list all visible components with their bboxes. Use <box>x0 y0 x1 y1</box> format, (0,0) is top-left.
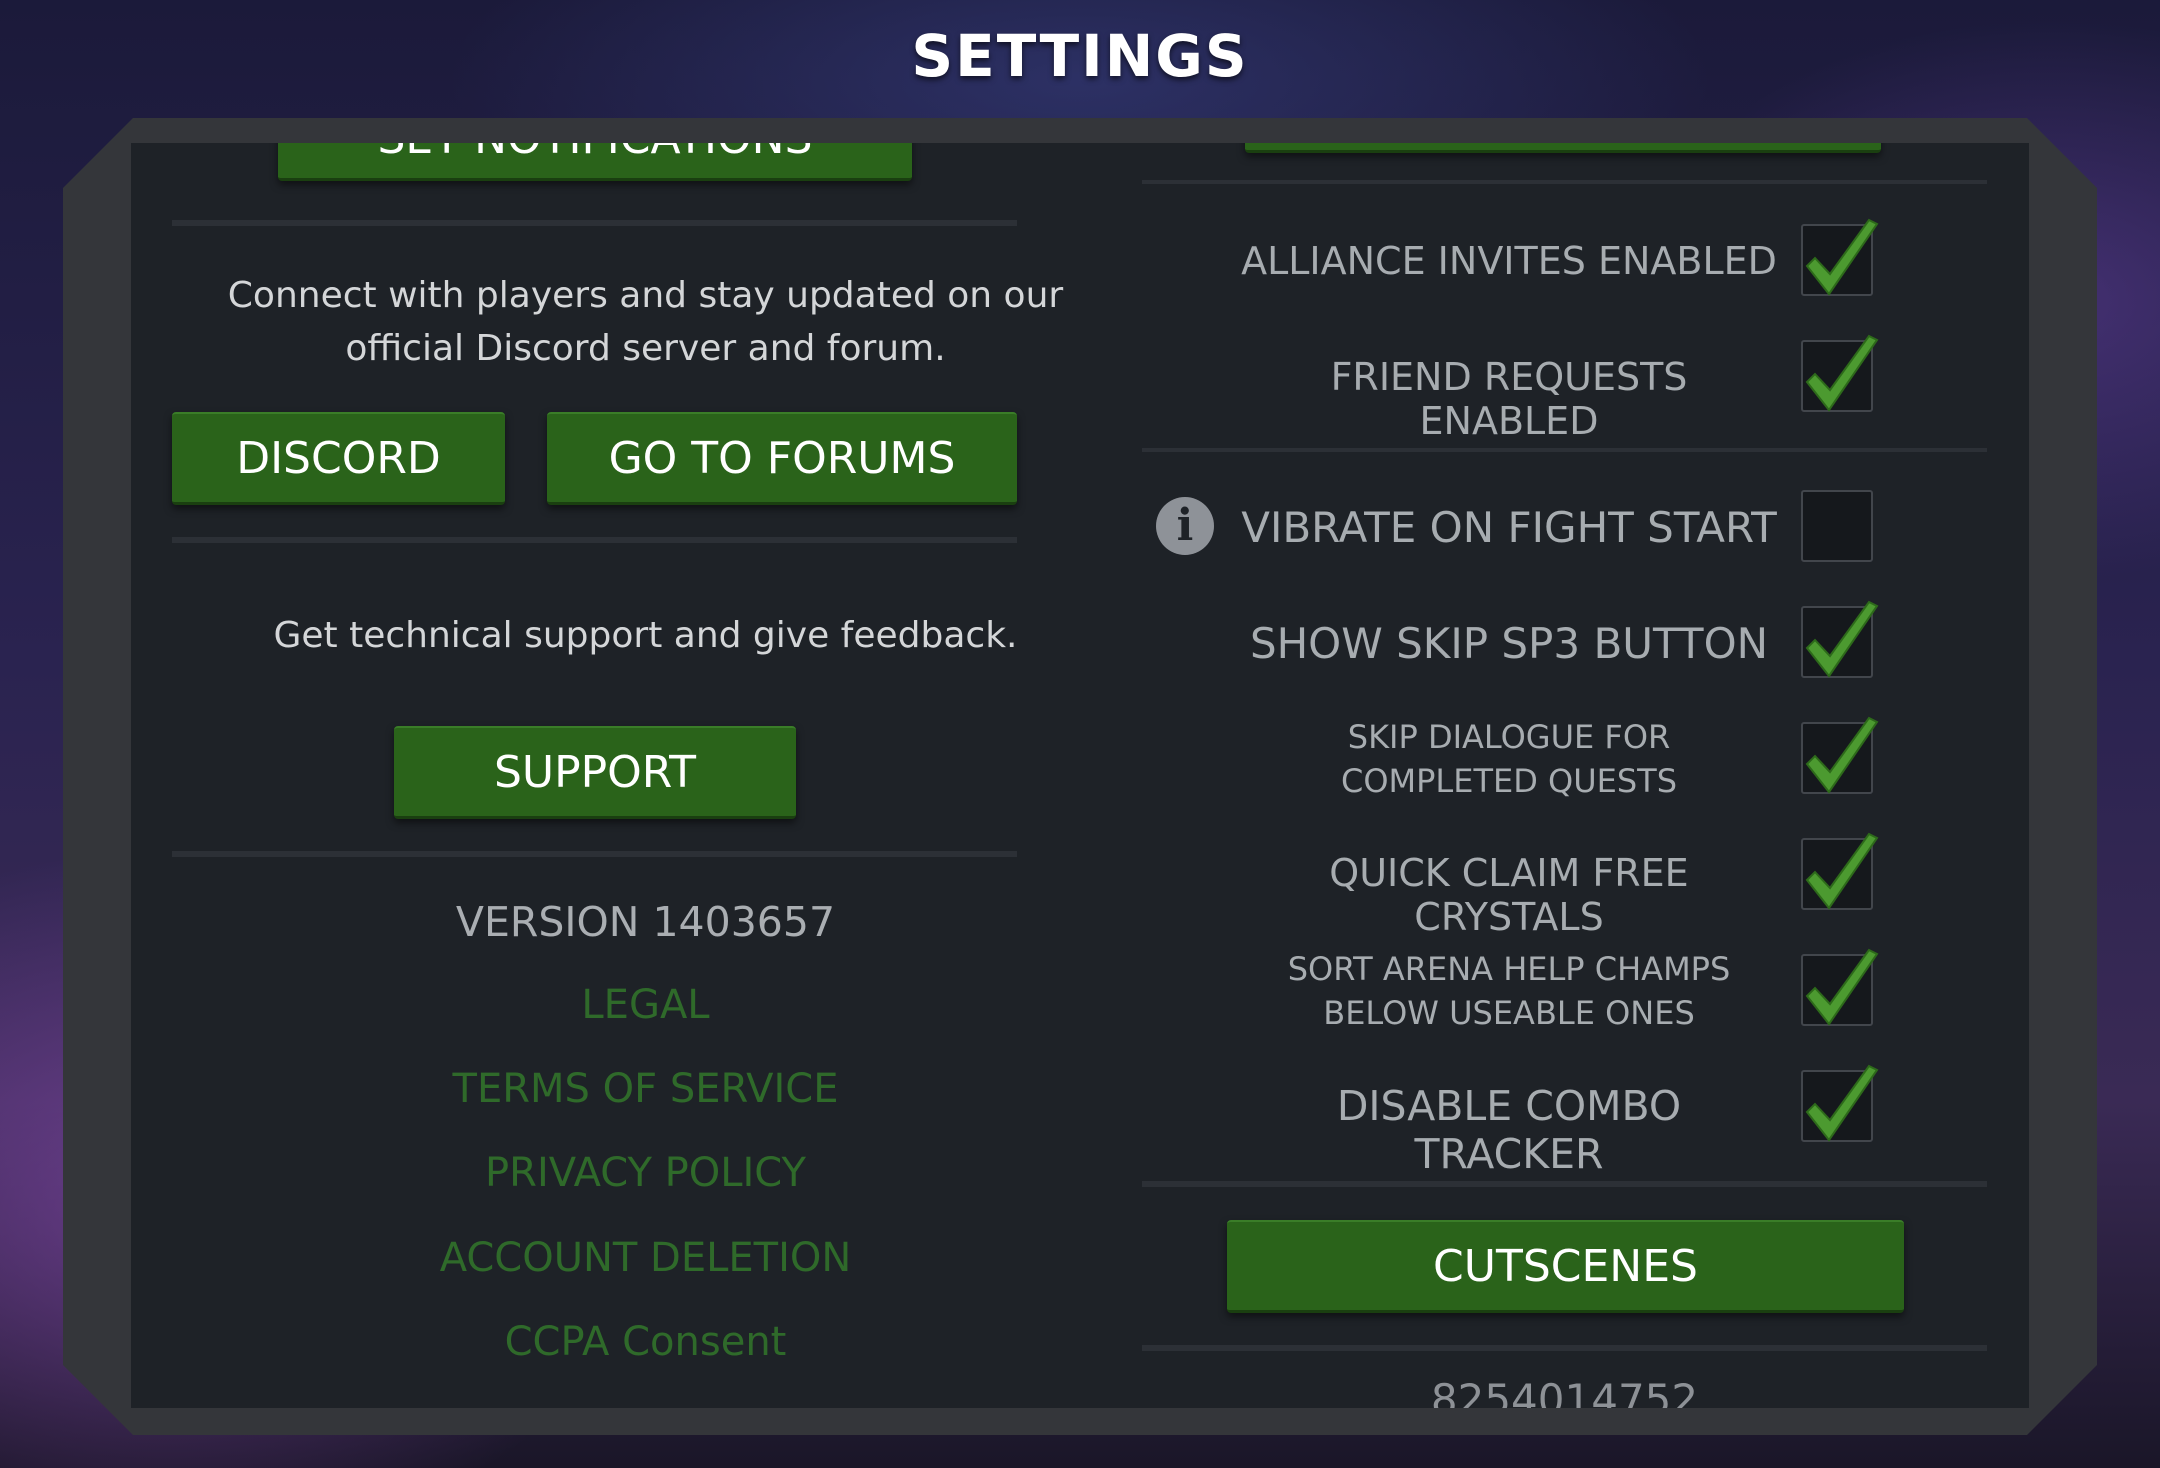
cutscenes-button[interactable]: CUTSCENES <box>1227 1220 1904 1313</box>
quick-claim-crystals-checkbox[interactable] <box>1801 832 1879 910</box>
skip-dialogue-label: SKIP DIALOGUE FOR COMPLETED QUESTS <box>1340 718 1678 800</box>
page-title: SETTINGS <box>911 22 1249 90</box>
legal-link[interactable]: LEGAL <box>131 982 1160 1028</box>
divider <box>1142 1345 1987 1351</box>
player-id-text: 8254014752 <box>1430 1375 1699 1408</box>
alliance-invites-label: ALLIANCE INVITES ENABLED <box>1241 239 1777 283</box>
terms-of-service-link[interactable]: TERMS OF SERVICE <box>131 1066 1160 1112</box>
divider <box>1142 180 1987 184</box>
discord-button-label: DISCORD <box>236 432 441 484</box>
divider <box>172 537 1017 543</box>
show-skip-sp3-checkbox[interactable] <box>1801 600 1879 678</box>
disable-combo-tracker-checkbox[interactable] <box>1801 1064 1879 1142</box>
info-icon[interactable]: i <box>1156 497 1214 555</box>
privacy-policy-link[interactable]: PRIVACY POLICY <box>131 1150 1160 1196</box>
vibrate-on-fight-start-checkbox[interactable] <box>1801 490 1873 562</box>
check-icon <box>1805 1064 1879 1142</box>
check-icon <box>1805 600 1879 678</box>
skip-dialogue-checkbox[interactable] <box>1801 716 1879 794</box>
check-icon <box>1805 716 1879 794</box>
top-right-button[interactable] <box>1245 143 1881 153</box>
divider <box>1142 448 1987 452</box>
check-icon <box>1805 218 1879 296</box>
check-icon <box>1805 334 1879 412</box>
set-notifications-button[interactable]: SET NOTIFICATIONS <box>278 143 912 181</box>
show-skip-sp3-label: SHOW SKIP SP3 BUTTON <box>1249 619 1769 668</box>
support-button-label: SUPPORT <box>493 746 697 798</box>
vibrate-on-fight-start-label: VIBRATE ON FIGHT START <box>1241 503 1777 552</box>
check-icon <box>1805 948 1879 1026</box>
version-text: VERSION 1403657 <box>455 898 836 946</box>
alliance-invites-checkbox[interactable] <box>1801 218 1879 296</box>
check-icon <box>1805 832 1879 910</box>
go-to-forums-label: GO TO FORUMS <box>608 432 956 484</box>
ccpa-consent-link[interactable]: CCPA Consent <box>131 1319 1160 1365</box>
account-deletion-link[interactable]: ACCOUNT DELETION <box>131 1235 1160 1281</box>
discord-button[interactable]: DISCORD <box>172 412 505 505</box>
support-description: Get technical support and give feedback. <box>273 615 1018 656</box>
quick-claim-crystals-label: QUICK CLAIM FREE CRYSTALS <box>1329 851 1689 939</box>
friend-requests-checkbox[interactable] <box>1801 334 1879 412</box>
set-notifications-label: SET NOTIFICATIONS <box>377 143 812 164</box>
settings-panel: SET NOTIFICATIONS Connect with players a… <box>131 143 2029 1408</box>
sort-arena-help-label: SORT ARENA HELP CHAMPS BELOW USEABLE ONE… <box>1287 950 1731 1032</box>
friend-requests-label: FRIEND REQUESTS ENABLED <box>1330 355 1688 443</box>
support-button[interactable]: SUPPORT <box>394 726 796 819</box>
cutscenes-button-label: CUTSCENES <box>1433 1240 1698 1292</box>
divider <box>172 851 1017 857</box>
go-to-forums-button[interactable]: GO TO FORUMS <box>547 412 1017 505</box>
community-description: Connect with players and stay updated on… <box>227 275 1064 369</box>
divider <box>1142 1181 1987 1187</box>
sort-arena-help-checkbox[interactable] <box>1801 948 1879 1026</box>
divider <box>172 220 1017 226</box>
disable-combo-tracker-label: DISABLE COMBO TRACKER <box>1336 1082 1682 1178</box>
